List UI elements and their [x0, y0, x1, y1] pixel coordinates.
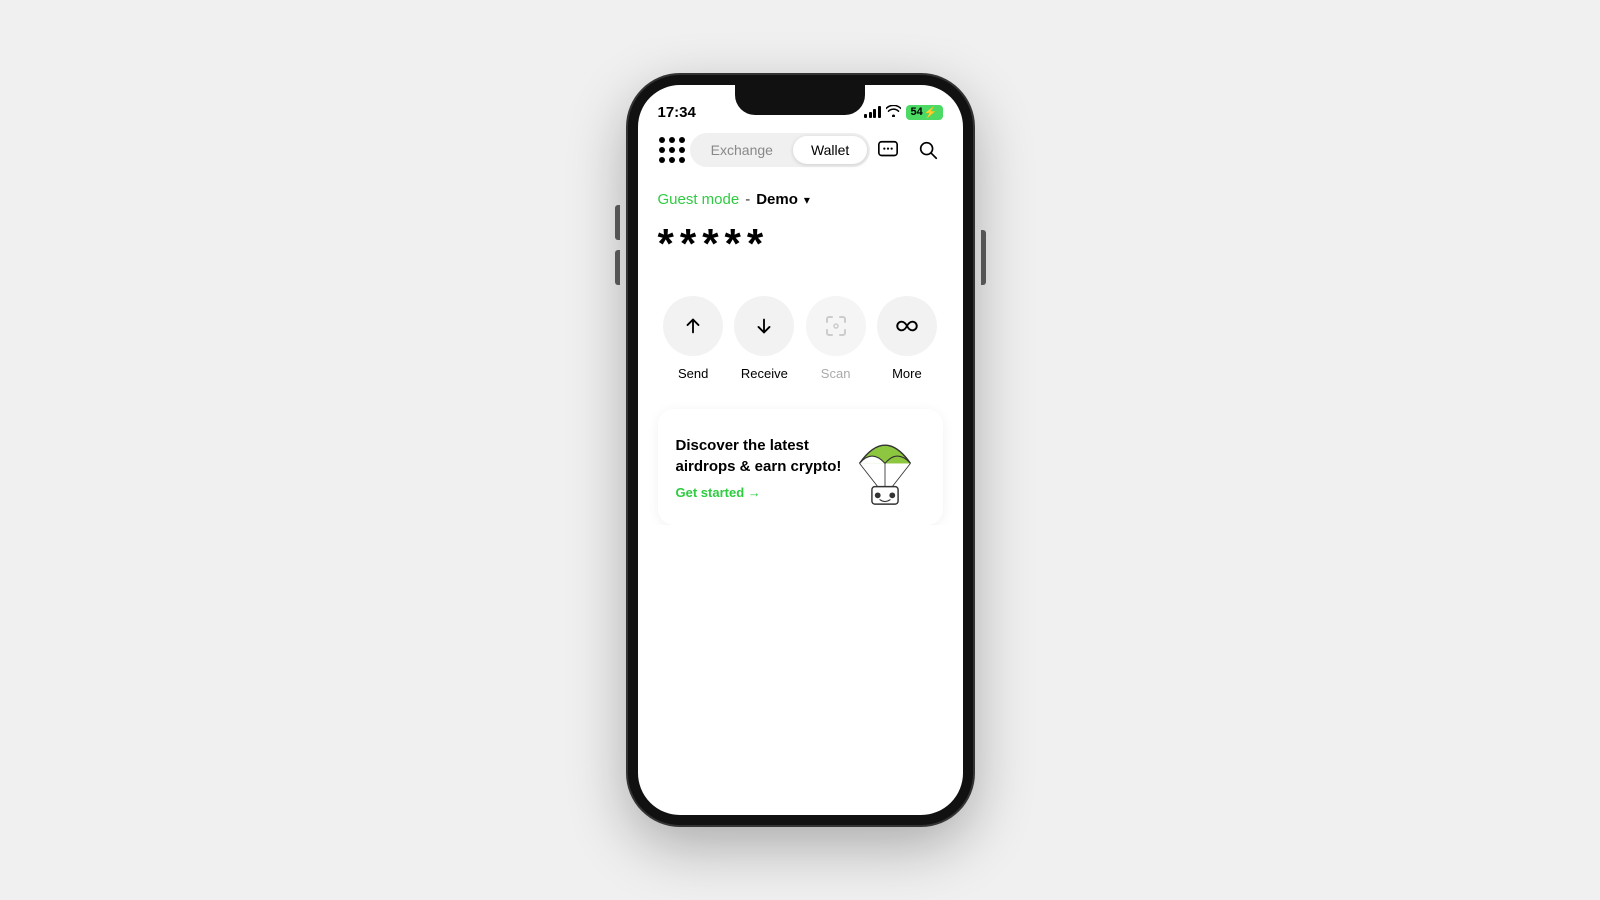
- more-icon: [894, 313, 920, 339]
- promo-text: Discover the latest airdrops & earn cryp…: [676, 435, 845, 500]
- status-icons: 54 ⚡: [864, 105, 942, 120]
- search-button[interactable]: [914, 136, 942, 164]
- guest-mode-label: Guest mode: [658, 191, 740, 208]
- nav-actions: [874, 136, 942, 164]
- promo-cta[interactable]: Get started →: [676, 485, 845, 500]
- top-nav: Exchange Wallet: [658, 129, 943, 167]
- volume-down-button[interactable]: [615, 250, 620, 285]
- receive-circle: [734, 296, 794, 356]
- search-icon: [917, 139, 939, 161]
- mode-value: Demo: [756, 191, 798, 208]
- status-time: 17:34: [658, 104, 696, 121]
- promo-card[interactable]: Discover the latest airdrops & earn cryp…: [658, 409, 943, 525]
- parachute-illustration: [845, 427, 925, 507]
- wifi-icon: [886, 105, 901, 120]
- balance-display: *****: [658, 220, 943, 268]
- tab-exchange[interactable]: Exchange: [693, 136, 791, 164]
- tab-wallet[interactable]: Wallet: [793, 136, 867, 164]
- volume-up-button[interactable]: [615, 205, 620, 240]
- messages-button[interactable]: [874, 136, 902, 164]
- signal-icon: [864, 106, 881, 118]
- more-circle: [877, 296, 937, 356]
- scan-button[interactable]: Scan: [806, 296, 866, 381]
- scan-icon: [824, 314, 848, 338]
- screen-content: Exchange Wallet: [638, 129, 963, 525]
- receive-icon: [753, 315, 775, 337]
- battery-icon: 54 ⚡: [906, 105, 943, 120]
- phone-device: 17:34 54 ⚡: [628, 75, 973, 825]
- send-icon: [682, 315, 704, 337]
- action-buttons: Send Receive: [658, 296, 943, 381]
- phone-frame: 17:34 54 ⚡: [628, 75, 973, 825]
- scan-label: Scan: [821, 366, 851, 381]
- tab-switcher: Exchange Wallet: [690, 133, 871, 167]
- scan-circle: [806, 296, 866, 356]
- more-label: More: [892, 366, 922, 381]
- send-label: Send: [678, 366, 708, 381]
- more-button[interactable]: More: [877, 296, 937, 381]
- grid-menu-button[interactable]: [658, 136, 686, 164]
- chat-icon: [877, 139, 899, 161]
- receive-button[interactable]: Receive: [734, 296, 794, 381]
- power-button[interactable]: [981, 230, 986, 285]
- grid-icon: [659, 137, 685, 163]
- send-button[interactable]: Send: [663, 296, 723, 381]
- send-circle: [663, 296, 723, 356]
- promo-title: Discover the latest airdrops & earn cryp…: [676, 435, 845, 477]
- receive-label: Receive: [741, 366, 788, 381]
- mode-separator: -: [745, 191, 750, 208]
- phone-notch: [735, 85, 865, 115]
- chevron-down-icon[interactable]: ▾: [804, 193, 810, 207]
- mode-row: Guest mode - Demo ▾: [658, 191, 943, 208]
